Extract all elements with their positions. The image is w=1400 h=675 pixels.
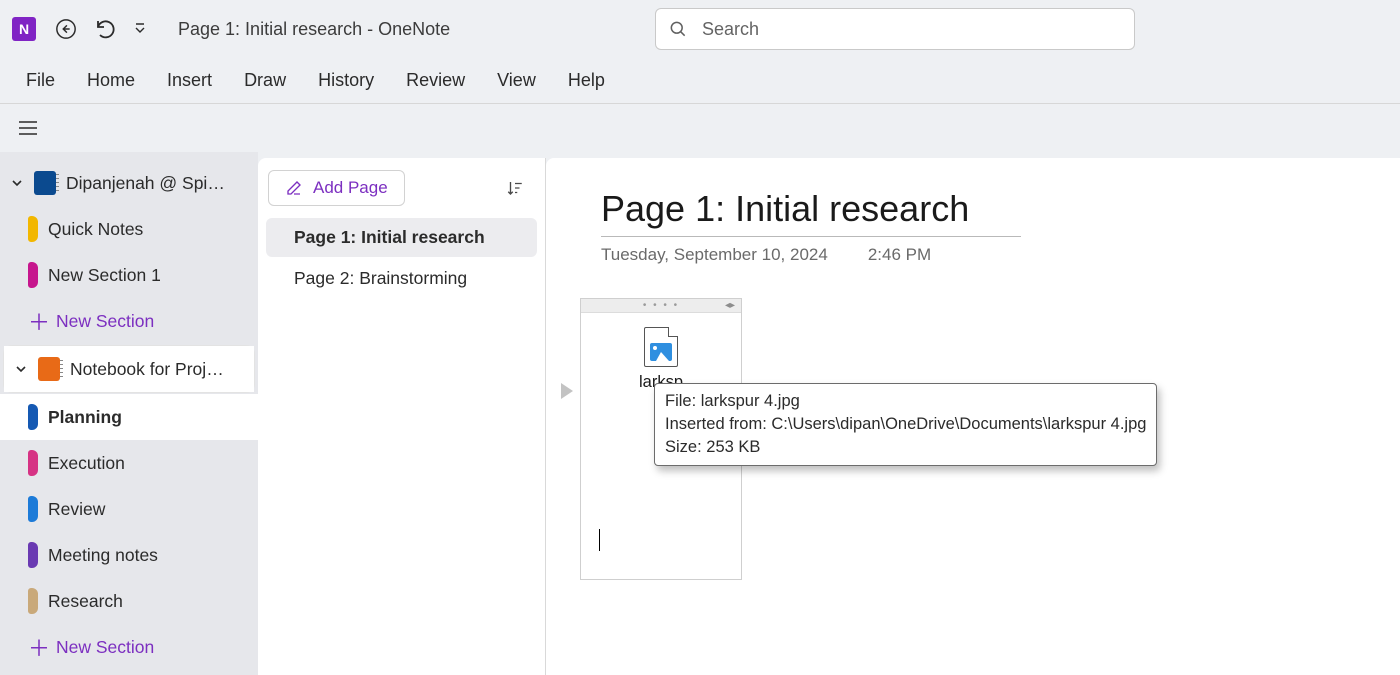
app-icon: N [12, 17, 36, 41]
menu-view[interactable]: View [481, 62, 552, 99]
hamburger-icon [18, 120, 38, 136]
section-color-tab [28, 588, 38, 614]
sort-icon [506, 179, 524, 197]
notebook-header[interactable]: Notebook for Project A [4, 346, 254, 392]
attachment-tooltip: File: larkspur 4.jpg Inserted from: C:\U… [654, 383, 1157, 466]
file-image-icon [644, 327, 678, 367]
section-review[interactable]: Review [0, 486, 258, 532]
menu-home[interactable]: Home [71, 62, 151, 99]
qat-customize-button[interactable] [126, 9, 154, 49]
new-section-label: New Section [56, 637, 154, 658]
outline-collapse-handle[interactable] [558, 378, 576, 404]
section-color-tab [28, 262, 38, 288]
title-bar: N Page 1: Initial research - OneNote [0, 0, 1400, 58]
tooltip-line: File: larkspur 4.jpg [665, 390, 1146, 413]
section-color-tab [28, 216, 38, 242]
chevron-down-icon [134, 23, 146, 35]
section-label: Quick Notes [48, 219, 143, 240]
main-area: Dipanjenah @ Spiral... Quick Notes New S… [0, 152, 1400, 675]
new-section-button[interactable]: ＋ New Section [0, 298, 258, 344]
page-list-pane: Add Page Page 1: Initial research Page 2… [258, 158, 546, 675]
page-title-block[interactable]: Page 1: Initial research Tuesday, Septem… [601, 188, 1021, 265]
notebook-sidebar: Dipanjenah @ Spiral... Quick Notes New S… [0, 152, 258, 675]
arrow-left-icon [55, 18, 77, 40]
search-icon [668, 19, 688, 39]
add-page-button[interactable]: Add Page [268, 170, 405, 206]
container-grip[interactable]: • • • • ◂▸ [581, 299, 741, 313]
plus-icon: ＋ [28, 631, 46, 663]
window-title: Page 1: Initial research - OneNote [178, 19, 450, 40]
notebook-icon [38, 357, 60, 381]
page-item[interactable]: Page 1: Initial research [266, 218, 537, 257]
section-label: Research [48, 591, 123, 612]
page-time: 2:46 PM [868, 245, 931, 265]
section-label: New Section 1 [48, 265, 161, 286]
undo-button[interactable] [86, 9, 126, 49]
tooltip-line: Size: 253 KB [665, 436, 1146, 459]
section-color-tab [28, 404, 38, 430]
page-list-toolbar: Add Page [258, 158, 545, 216]
page-canvas[interactable]: Page 1: Initial research Tuesday, Septem… [546, 158, 1400, 675]
chevron-down-icon [10, 177, 24, 189]
section-planning[interactable]: Planning [0, 394, 258, 440]
page-date: Tuesday, September 10, 2024 [601, 245, 828, 265]
section-color-tab [28, 496, 38, 522]
section-research[interactable]: Research [0, 578, 258, 624]
menu-history[interactable]: History [302, 62, 390, 99]
section-label: Planning [48, 407, 122, 428]
section-new-section-1[interactable]: New Section 1 [0, 252, 258, 298]
menu-review[interactable]: Review [390, 62, 481, 99]
section-meeting-notes[interactable]: Meeting notes [0, 532, 258, 578]
menu-draw[interactable]: Draw [228, 62, 302, 99]
section-label: Review [48, 499, 105, 520]
back-button[interactable] [46, 9, 86, 49]
plus-icon: ＋ [28, 305, 46, 337]
notebook-card: Notebook for Project A [4, 346, 254, 392]
navigation-toggle-button[interactable] [8, 108, 48, 148]
chevron-right-icon [559, 381, 575, 401]
page-item[interactable]: Page 2: Brainstorming [266, 259, 537, 298]
sort-pages-button[interactable] [501, 174, 529, 202]
compose-icon [285, 179, 303, 197]
text-cursor [599, 529, 600, 551]
menu-bar: File Home Insert Draw History Review Vie… [0, 58, 1400, 104]
notebook-header[interactable]: Dipanjenah @ Spiral... [0, 160, 258, 206]
search-input[interactable] [702, 19, 1122, 40]
notebook-name: Dipanjenah @ Spiral... [66, 173, 226, 194]
drag-dots-icon: • • • • [643, 300, 679, 311]
resize-handle-icon[interactable]: ◂▸ [725, 300, 735, 311]
menu-help[interactable]: Help [552, 62, 621, 99]
section-color-tab [28, 542, 38, 568]
page-title[interactable]: Page 1: Initial research [601, 188, 1021, 237]
menu-insert[interactable]: Insert [151, 62, 228, 99]
menu-file[interactable]: File [10, 62, 71, 99]
chevron-down-icon [14, 363, 28, 375]
section-quick-notes[interactable]: Quick Notes [0, 206, 258, 252]
add-page-label: Add Page [313, 178, 388, 198]
notebook-icon [34, 171, 56, 195]
notebook-name: Notebook for Project A [70, 359, 230, 380]
section-label: Execution [48, 453, 125, 474]
undo-icon [94, 17, 118, 41]
tooltip-line: Inserted from: C:\Users\dipan\OneDrive\D… [665, 413, 1146, 436]
new-section-label: New Section [56, 311, 154, 332]
section-color-tab [28, 450, 38, 476]
page-meta: Tuesday, September 10, 2024 2:46 PM [601, 245, 1021, 265]
section-label: Meeting notes [48, 545, 158, 566]
search-box[interactable] [655, 8, 1135, 50]
section-execution[interactable]: Execution [0, 440, 258, 486]
ribbon-collapsed-bar [0, 104, 1400, 152]
new-section-button[interactable]: ＋ New Section [0, 624, 258, 670]
